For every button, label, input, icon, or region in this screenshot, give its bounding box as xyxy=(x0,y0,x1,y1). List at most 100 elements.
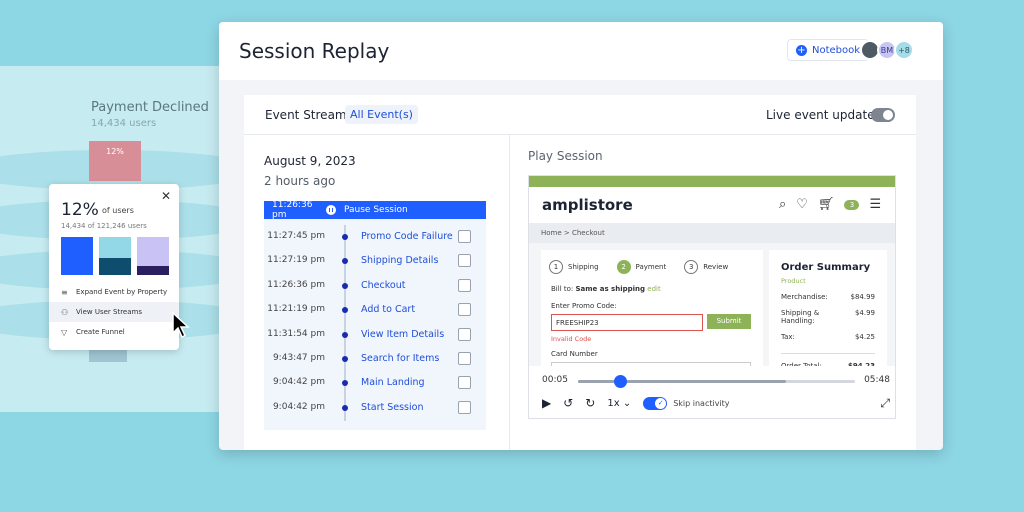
event-time: 9:04:42 pm xyxy=(272,377,325,388)
forward-icon[interactable]: ↻ xyxy=(585,396,595,410)
notebook-label: Notebook xyxy=(812,44,861,56)
skip-inactivity-label: Skip inactivity xyxy=(673,398,730,408)
users-icon: ⚇ xyxy=(61,307,69,317)
promo-label: Enter Promo Code: xyxy=(551,302,617,310)
page-title: Session Replay xyxy=(239,39,390,63)
funnel-popup: ✕ 12% of users 14,434 of 121,246 users ≡… xyxy=(49,184,179,350)
avatar-overflow-count: +8 xyxy=(894,40,914,60)
event-row[interactable]: 9:04:42 pm Start Session xyxy=(264,396,486,420)
menu-item-label: Create Funnel xyxy=(76,328,125,336)
window-header: Session Replay + Notebook BM +8 xyxy=(219,22,943,80)
bill-to: Bill to: Same as shipping edit xyxy=(551,285,661,293)
event-stream-title: Event Stream xyxy=(265,108,347,122)
step-number: 3 xyxy=(684,260,699,274)
funnel-bar[interactable]: 12% xyxy=(89,141,141,181)
event-time: 9:04:42 pm xyxy=(272,401,325,412)
popup-bar-2 xyxy=(99,237,131,275)
breadcrumb: Home > Checkout xyxy=(529,223,895,243)
event-row[interactable]: 9:04:42 pm Main Landing xyxy=(264,371,486,395)
event-label[interactable]: Checkout xyxy=(361,280,405,291)
menu-expand-event[interactable]: ≡ Expand Event by Property xyxy=(49,282,179,302)
bill-to-label: Bill to: xyxy=(551,285,574,293)
event-label[interactable]: Main Landing xyxy=(361,377,425,388)
event-checkbox[interactable] xyxy=(458,327,471,341)
step-review: 3 Review xyxy=(684,260,728,274)
player-controls: 00:05 05:48 ▶ ↺ ↻ 1x ⌄ Skip inactivity xyxy=(529,366,895,418)
event-row[interactable]: 11:27:19 pm Shipping Details xyxy=(264,249,486,273)
close-icon[interactable]: ✕ xyxy=(161,189,171,203)
menu-view-user-streams[interactable]: ⚇ View User Streams xyxy=(49,302,179,322)
session-replay-window: Session Replay + Notebook BM +8 Event St… xyxy=(219,22,943,450)
current-time: 00:05 xyxy=(542,375,568,385)
summary-row-label: Tax: xyxy=(781,333,795,341)
event-label[interactable]: View Item Details xyxy=(361,329,444,340)
mouse-cursor-icon xyxy=(172,312,190,338)
event-checkbox[interactable] xyxy=(458,352,471,365)
play-icon[interactable]: ▶ xyxy=(542,396,551,410)
timeline-dot xyxy=(342,234,348,240)
event-row[interactable]: 11:27:45 pm Promo Code Failure xyxy=(264,225,486,249)
timeline-dot xyxy=(342,307,348,314)
cart-count-badge: 3 xyxy=(844,199,860,210)
live-updates-label: Live event updates xyxy=(766,108,881,122)
event-stream-header: Event Stream All Event(s) Live event upd… xyxy=(244,95,916,135)
notebook-button[interactable]: + Notebook xyxy=(787,39,870,61)
timeline-dot xyxy=(342,356,348,362)
event-row[interactable]: 9:43:47 pm Search for Items xyxy=(264,347,486,371)
store-logo: amplistore xyxy=(542,196,633,214)
play-session-title: Play Session xyxy=(528,149,603,163)
scrubber-handle[interactable] xyxy=(613,375,627,388)
event-checkbox[interactable] xyxy=(458,254,471,268)
scrubber-buffered xyxy=(578,380,786,383)
event-label[interactable]: Search for Items xyxy=(361,353,439,364)
summary-row: Shipping & Handling: $4.99 xyxy=(781,309,875,325)
pause-session-row[interactable]: 11:26:36 pm Pause Session xyxy=(264,200,486,220)
play-session-column: Play Session amplistore ⌕ ♡ 🛒︎ 3 ☰ Home … xyxy=(510,135,916,450)
event-time: 11:21:19 pm xyxy=(267,304,325,315)
step-label: Payment xyxy=(635,263,667,271)
menu-create-funnel[interactable]: ▽ Create Funnel xyxy=(49,322,179,342)
event-label[interactable]: Shipping Details xyxy=(361,255,438,266)
event-time: 11:27:45 pm xyxy=(267,231,325,241)
heart-icon: ♡ xyxy=(796,197,808,212)
cart-icon: 🛒︎ xyxy=(817,197,835,212)
bill-to-value: Same as shipping xyxy=(575,285,646,293)
store-navbar: amplistore ⌕ ♡ 🛒︎ 3 ☰ xyxy=(529,187,895,223)
playback-buttons: ▶ ↺ ↻ 1x ⌄ Skip inactivity xyxy=(542,396,730,410)
event-checkbox[interactable] xyxy=(458,400,471,414)
live-updates-toggle[interactable] xyxy=(871,108,895,122)
funnel-step-users: 14,434 users xyxy=(91,118,157,129)
checkout-steps: 1 Shipping 2 Payment 3 Review xyxy=(549,260,728,274)
timeline-dot xyxy=(342,380,348,387)
event-list-column: August 9, 2023 2 hours ago 11:26:36 pm P… xyxy=(244,135,510,450)
collaborator-avatars[interactable]: BM +8 xyxy=(860,40,914,60)
event-checkbox[interactable] xyxy=(458,230,471,243)
event-label[interactable]: Start Session xyxy=(361,402,423,413)
summary-row-label: Shipping & Handling: xyxy=(781,309,820,325)
event-checkbox[interactable] xyxy=(458,303,471,317)
event-time: 9:43:47 pm xyxy=(272,353,325,363)
event-checkbox[interactable] xyxy=(458,376,471,390)
playback-scrubber[interactable] xyxy=(578,375,855,388)
rewind-icon[interactable]: ↺ xyxy=(563,396,573,410)
event-checkbox[interactable] xyxy=(458,278,471,292)
search-icon: ⌕ xyxy=(779,197,787,212)
event-label[interactable]: Promo Code Failure xyxy=(361,231,453,242)
funnel-icon: ▽ xyxy=(61,327,68,337)
edit-link: edit xyxy=(647,285,661,293)
promo-code-field: FREESHIP23 xyxy=(551,314,703,331)
event-label[interactable]: Add to Cart xyxy=(361,304,415,315)
skip-inactivity-toggle[interactable] xyxy=(643,396,668,410)
popup-percent: 12% xyxy=(61,200,99,220)
playback-speed-select[interactable]: 1x ⌄ xyxy=(607,398,631,409)
step-number: 2 xyxy=(616,260,631,274)
event-row[interactable]: 11:26:36 pm Checkout xyxy=(264,274,486,298)
event-row[interactable]: 11:31:54 pm View Item Details xyxy=(264,323,486,347)
order-summary-title: Order Summary xyxy=(781,262,871,273)
event-filter-button[interactable]: All Event(s) xyxy=(345,105,418,124)
event-timeline: 11:26:36 pm Pause Session 11:27:45 pm Pro… xyxy=(264,200,486,430)
timeline-dot xyxy=(342,331,348,338)
fullscreen-icon[interactable]: ⤢ xyxy=(880,396,890,411)
event-row[interactable]: 11:21:19 pm Add to Cart xyxy=(264,298,486,322)
menu-item-label: View User Streams xyxy=(76,308,142,316)
